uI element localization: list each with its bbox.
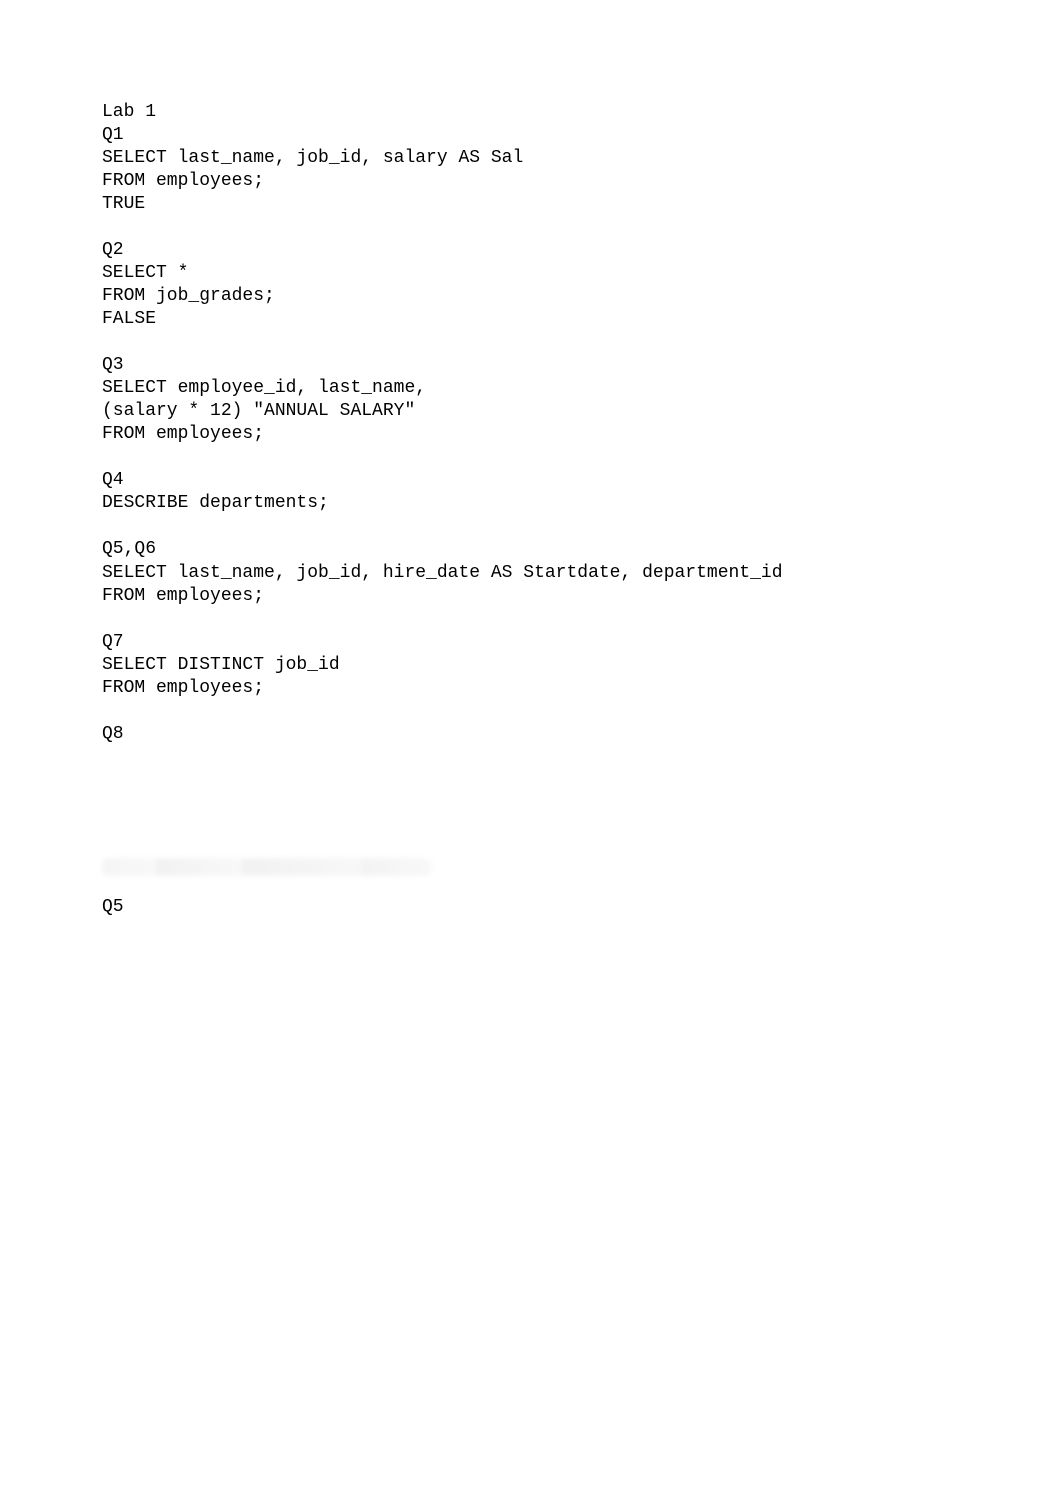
section-q4: Q4 DESCRIBE departments; [102, 469, 1062, 515]
section-q8: Q8 [102, 723, 1062, 746]
code-line: SELECT last_name, job_id, salary AS Sal [102, 147, 1062, 170]
section-heading: Q2 [102, 239, 1062, 262]
code-line: DESCRIBE departments; [102, 492, 1062, 515]
section-q7: Q7 SELECT DISTINCT job_id FROM employees… [102, 631, 1062, 700]
section-heading: Q7 [102, 631, 1062, 654]
code-line: TRUE [102, 193, 1062, 216]
doc-title-block: Lab 1 [102, 101, 1062, 124]
section-heading: Q3 [102, 354, 1062, 377]
code-line: FROM employees; [102, 677, 1062, 700]
document-page: Lab 1 Q1 SELECT last_name, job_id, salar… [0, 0, 1062, 919]
code-line: SELECT * [102, 262, 1062, 285]
code-line: (salary * 12) "ANNUAL SALARY" [102, 400, 1062, 423]
section-q1: Q1 SELECT last_name, job_id, salary AS S… [102, 124, 1062, 216]
section-heading: Q8 [102, 723, 1062, 746]
redacted-bar [102, 858, 432, 876]
code-line: FROM employees; [102, 423, 1062, 446]
section-q3: Q3 SELECT employee_id, last_name, (salar… [102, 354, 1062, 446]
section-q5q6: Q5,Q6 SELECT last_name, job_id, hire_dat… [102, 538, 1062, 607]
code-line: SELECT DISTINCT job_id [102, 654, 1062, 677]
trailing-label: Q5 [102, 896, 1062, 919]
code-line: FROM employees; [102, 170, 1062, 193]
section-heading: Q1 [102, 124, 1062, 147]
code-line: SELECT employee_id, last_name, [102, 377, 1062, 400]
code-line: FALSE [102, 308, 1062, 331]
section-heading: Q4 [102, 469, 1062, 492]
code-line: SELECT last_name, job_id, hire_date AS S… [102, 562, 1062, 585]
section-q2: Q2 SELECT * FROM job_grades; FALSE [102, 239, 1062, 331]
doc-title: Lab 1 [102, 101, 1062, 124]
code-line: FROM employees; [102, 585, 1062, 608]
section-heading: Q5,Q6 [102, 538, 1062, 561]
code-line: FROM job_grades; [102, 285, 1062, 308]
